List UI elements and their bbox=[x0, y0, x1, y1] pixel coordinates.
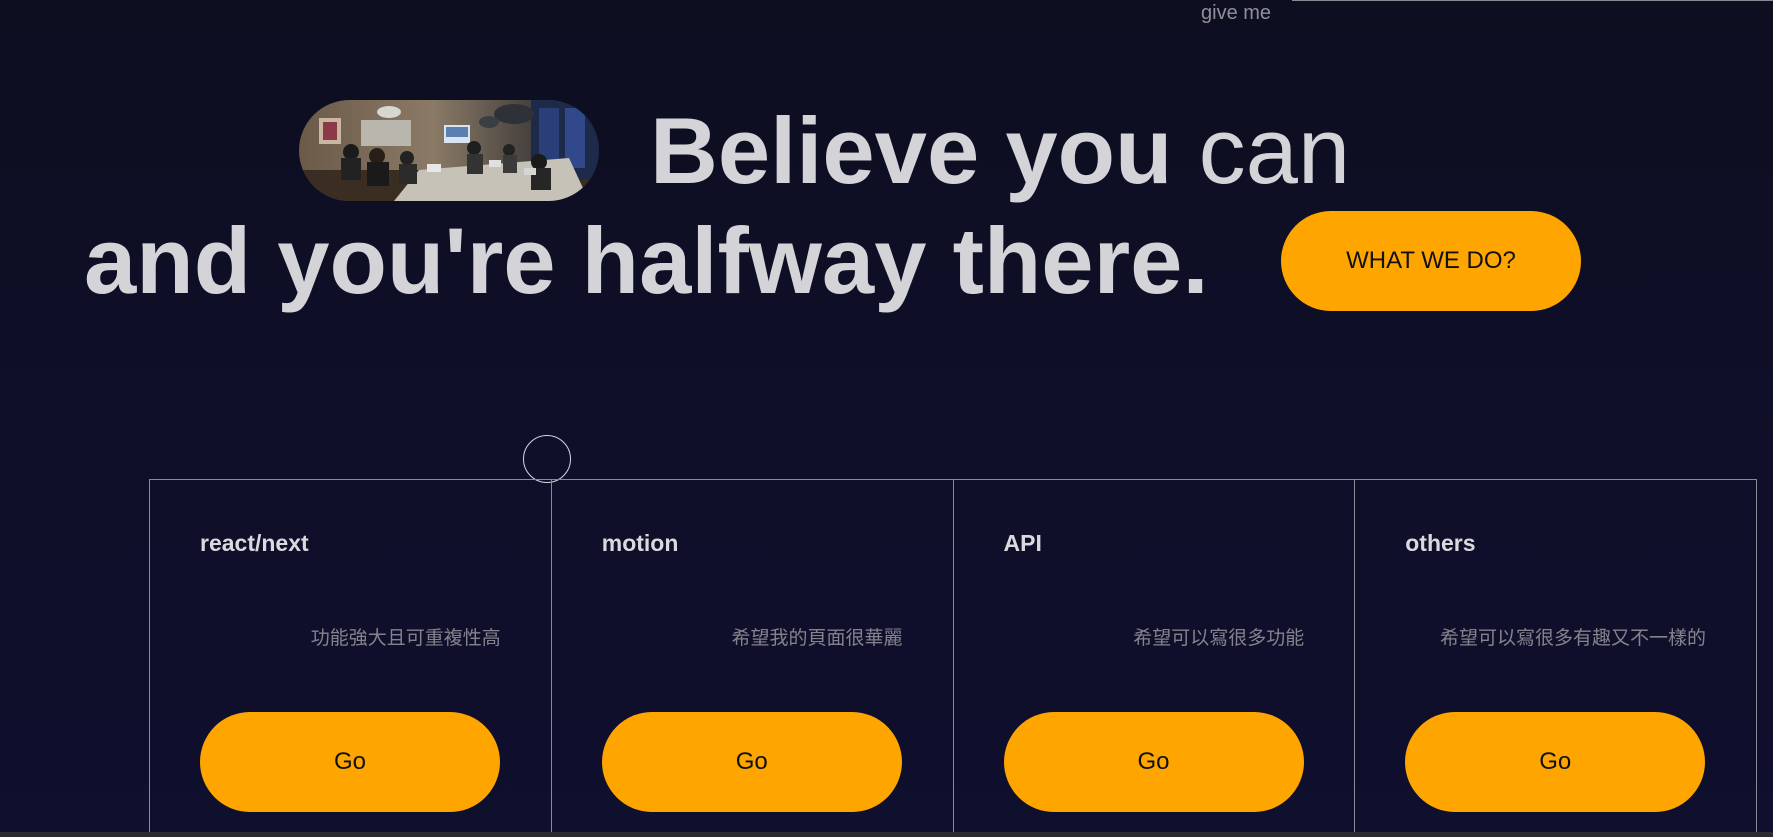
card-description: 功能強大且可重複性高 bbox=[310, 627, 501, 649]
top-divider bbox=[1292, 0, 1773, 1]
give-me-text: give me bbox=[1201, 2, 1272, 24]
go-button-api[interactable]: Go bbox=[1003, 712, 1304, 812]
bottom-edge bbox=[0, 832, 1773, 837]
card-description: 希望可以寫很多有趣又不一樣的 bbox=[1439, 627, 1706, 649]
card-motion: motion 希望我的頁面很華麗 Go bbox=[552, 480, 954, 837]
card-title: motion bbox=[601, 530, 679, 556]
go-button-react-next[interactable]: Go bbox=[200, 712, 500, 812]
card-api: API 希望可以寫很多功能 Go bbox=[954, 480, 1356, 837]
card-react-next: react/next 功能強大且可重複性高 Go bbox=[150, 480, 552, 837]
card-title: react/next bbox=[200, 530, 309, 556]
card-description: 希望可以寫很多功能 bbox=[1133, 627, 1305, 649]
what-we-do-button[interactable]: WHAT WE DO? bbox=[1281, 211, 1581, 311]
card-description: 希望我的頁面很華麗 bbox=[731, 627, 903, 649]
card-others: others 希望可以寫很多有趣又不一樣的 Go bbox=[1355, 480, 1756, 837]
hero-headline-line2: and you're halfway there. bbox=[84, 208, 1209, 313]
cursor-circle bbox=[523, 435, 571, 483]
go-button-motion[interactable]: Go bbox=[601, 712, 902, 812]
hero-headline-bold: Believe you bbox=[650, 98, 1173, 203]
go-button-others[interactable]: Go bbox=[1405, 712, 1706, 812]
hero-headline-light: can bbox=[1198, 98, 1351, 203]
hero-photo bbox=[299, 100, 599, 201]
hero-headline-line1: Believe you can bbox=[650, 96, 1350, 206]
service-cards: react/next 功能強大且可重複性高 Go motion 希望我的頁面很華… bbox=[149, 479, 1757, 837]
card-title: API bbox=[1003, 530, 1042, 556]
card-title: others bbox=[1405, 530, 1476, 556]
